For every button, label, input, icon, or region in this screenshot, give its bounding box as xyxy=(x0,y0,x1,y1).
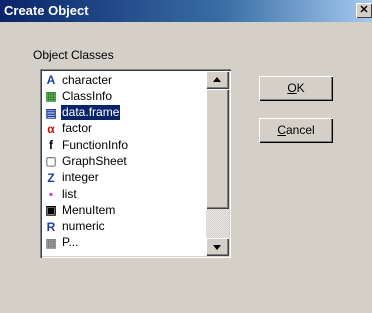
list-item-label: list xyxy=(62,186,77,201)
list-item[interactable]: ▦ ClassInfo xyxy=(42,88,210,104)
list-item[interactable]: ▣ MenuItem xyxy=(42,202,210,218)
factor-icon: α xyxy=(43,121,59,137)
list-item[interactable]: Rnumeric xyxy=(42,219,210,235)
title-bar: Create Object ✕ xyxy=(0,0,372,22)
character-a-icon: A xyxy=(43,72,59,88)
close-icon: ✕ xyxy=(359,4,369,16)
partial-item-icon: ▦ xyxy=(43,235,59,251)
list-item[interactable]: Zinteger xyxy=(42,170,210,186)
list-item-label: ClassInfo xyxy=(62,88,113,103)
list-item-label: factor xyxy=(62,121,93,136)
list-item-label: integer xyxy=(62,170,99,185)
ok-button[interactable]: OK xyxy=(259,76,333,101)
functioninfo-icon: f xyxy=(43,137,59,153)
integer-z-icon: Z xyxy=(43,170,59,186)
scroll-up-button[interactable] xyxy=(206,71,229,89)
arrow-up-icon xyxy=(213,77,221,82)
list-item[interactable]: ▪ list xyxy=(42,186,210,202)
list-item-label: MenuItem xyxy=(62,202,116,217)
data-frame-icon: ▤ xyxy=(43,105,59,121)
list-item[interactable]: ▦ P... xyxy=(42,235,210,251)
classinfo-icon: ▦ xyxy=(43,88,59,104)
list-item-label: FunctionInfo xyxy=(62,137,129,152)
list-item-label: data.frame xyxy=(59,104,122,122)
list-item[interactable]: α factor xyxy=(42,121,210,137)
cancel-button[interactable]: Cancel xyxy=(259,118,333,143)
list-item[interactable]: ▤ data.frame xyxy=(42,104,210,122)
list-item[interactable]: Acharacter xyxy=(42,72,210,88)
vertical-scrollbar[interactable] xyxy=(206,71,229,256)
window-title: Create Object xyxy=(4,3,89,18)
list-item-label: GraphSheet xyxy=(62,153,127,168)
ok-mnemonic: O xyxy=(287,81,297,95)
object-classes-label: Object Classes xyxy=(33,48,114,62)
ok-label-rest: K xyxy=(296,81,305,95)
list-icon: ▪ xyxy=(43,186,59,202)
cancel-label-rest: ancel xyxy=(285,123,315,137)
scroll-down-button[interactable] xyxy=(206,238,229,256)
list-item[interactable]: f FunctionInfo xyxy=(42,137,210,153)
list-item-label: character xyxy=(62,72,113,87)
list-item[interactable]: ▢ GraphSheet xyxy=(42,153,210,169)
cancel-mnemonic: C xyxy=(277,123,286,137)
scroll-thumb[interactable] xyxy=(206,89,229,209)
graphsheet-icon: ▢ xyxy=(43,153,59,169)
list-item-label: numeric xyxy=(62,219,105,234)
menuitem-icon: ▣ xyxy=(43,202,59,218)
list-items: Acharacter ▦ ClassInfo ▤ data.frame α factor f F… xyxy=(42,72,210,251)
close-button[interactable]: ✕ xyxy=(356,3,372,18)
list-item-label: P... xyxy=(62,235,79,250)
numeric-r-icon: R xyxy=(43,219,59,235)
object-classes-listbox[interactable]: Acharacter ▦ ClassInfo ▤ data.frame α factor f F… xyxy=(40,69,231,258)
arrow-down-icon xyxy=(213,245,221,250)
